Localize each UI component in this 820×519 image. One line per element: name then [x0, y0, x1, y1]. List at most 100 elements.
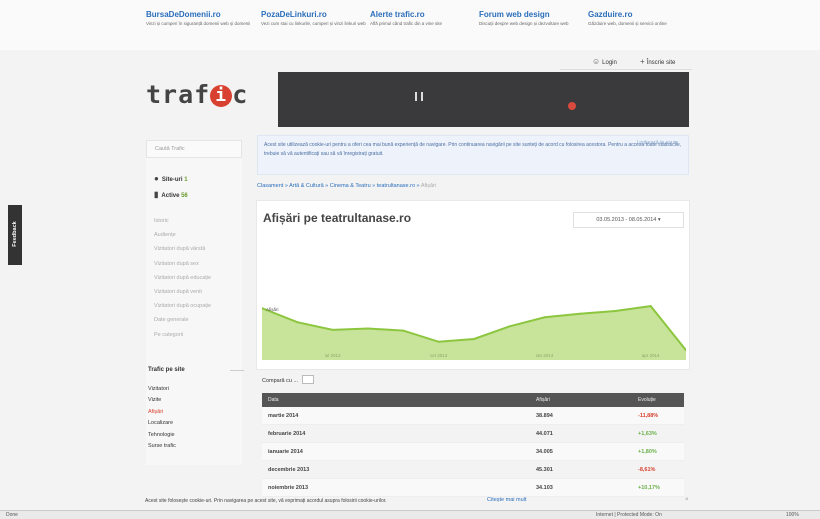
pageviews-area-chart: iul 2013 oct 2013 ian 2014 apr 2014 Afișări	[262, 288, 686, 360]
network-site-5[interactable]: Gazduire.ro Găzduire web, domenii și ser…	[588, 10, 698, 33]
table-row[interactable]: martie 2014 38.894 -11,88%	[262, 407, 684, 425]
network-site-name[interactable]: PozaDeLinkuri.ro	[261, 10, 371, 19]
network-site-4[interactable]: Forum web design Discuții despre web des…	[479, 10, 589, 33]
compare-value[interactable]: ...	[294, 378, 299, 384]
notice-login-link[interactable]: Loghează-te acum	[637, 140, 678, 146]
network-site-desc: Găzduire web, domenii și servicii online	[588, 21, 667, 26]
network-site-2[interactable]: PozaDeLinkuri.ro Vezi cum stai cu linkur…	[261, 10, 371, 33]
chevron-down-icon: ▾	[657, 217, 661, 223]
pause-icon[interactable]	[415, 92, 423, 101]
x-tick-label: iul 2013	[325, 353, 341, 358]
site-logo[interactable]: traf i c	[146, 80, 248, 109]
feedback-tab[interactable]: Feedback	[8, 205, 22, 265]
sidebar-item[interactable]: Pe categorii	[154, 328, 211, 342]
browser-status-bar: Done Internet | Protected Mode: On 100%	[0, 510, 820, 519]
network-bar: BursaDeDomenii.ro Vinzi și cumperi în si…	[0, 0, 820, 50]
breadcrumb-item[interactable]: teatrultanase.ro	[377, 183, 415, 189]
login-link[interactable]: ☺ Login	[592, 57, 617, 66]
table-body: martie 2014 38.894 -11,88% februarie 2014 44…	[262, 407, 684, 497]
breadcrumb-item[interactable]: Artă & Cultură	[289, 183, 324, 189]
sidebar-item[interactable]: Vizitatori după vârstă	[154, 242, 211, 256]
bar-chart-icon: ▮	[154, 190, 159, 199]
register-link[interactable]: + Înscrie site	[640, 57, 675, 66]
data-point	[649, 305, 652, 308]
network-site-name[interactable]: BursaDeDomenii.ro	[146, 10, 256, 19]
breadcrumb-current: Afișări	[420, 183, 437, 189]
sites-label: Site-uri	[161, 177, 183, 183]
column-header: Data	[268, 397, 279, 403]
network-site-1[interactable]: BursaDeDomenii.ro Vinzi și cumperi în si…	[146, 10, 256, 33]
network-site-name[interactable]: Alerte trafic.ro	[370, 10, 480, 19]
table-header: Data Afișări Evoluție	[262, 393, 684, 407]
compare-label: Compară cu	[262, 378, 292, 384]
x-tick-label: oct 2013	[430, 353, 448, 358]
register-label: Înscrie site	[646, 60, 676, 66]
row-pageviews: 38.894	[536, 413, 553, 419]
ad-banner[interactable]	[278, 72, 689, 127]
breadcrumb-item[interactable]: Cinema & Teatru	[330, 183, 371, 189]
x-tick-label: apr 2014	[642, 353, 660, 358]
data-point	[331, 328, 334, 331]
sidebar-item-location[interactable]: Localizare	[148, 418, 176, 429]
sidebar-item[interactable]: Date generale	[154, 313, 211, 327]
network-site-name[interactable]: Gazduire.ro	[588, 10, 698, 19]
sidebar-item-visits[interactable]: Vizite	[148, 395, 176, 406]
data-table: Data Afișări Evoluție martie 2014 38.894 -…	[262, 393, 684, 497]
cookie-message: Acest site folosește cookie-uri. Prin na…	[145, 498, 387, 504]
data-point	[437, 340, 440, 343]
date-range-picker[interactable]: 03.05.2013 - 08.05.2014 ▾	[573, 212, 684, 228]
sidebar-item[interactable]: Vizitatori după ocupație	[154, 299, 211, 313]
row-change: -8,61%	[638, 467, 656, 473]
data-point	[579, 312, 581, 315]
cookie-bar: Acest site folosește cookie-uri. Prin na…	[0, 494, 820, 510]
active-label: Active	[161, 193, 180, 199]
security-zone: Internet | Protected Mode: On	[596, 512, 662, 518]
row-date: noiembrie 2013	[268, 485, 309, 491]
column-header: Evoluție	[638, 397, 656, 403]
network-site-name[interactable]: Forum web design	[479, 10, 589, 19]
row-date: martie 2014	[268, 413, 299, 419]
cookie-more-button[interactable]: Citește mai mult	[487, 497, 526, 503]
network-site-3[interactable]: Alerte trafic.ro Află primul când trafic…	[370, 10, 480, 33]
row-date: ianuarie 2014	[268, 449, 303, 455]
search-input[interactable]: Caută Trafic	[146, 140, 242, 158]
compare-select[interactable]	[301, 375, 314, 384]
info-notice: Acest site utilizează cookie-uri pentru …	[257, 135, 689, 175]
data-point	[402, 329, 405, 332]
sidebar-item[interactable]: Audiențe	[154, 228, 211, 242]
data-point	[367, 327, 369, 330]
chart-title: Afișări pe teatrultanase.ro	[263, 211, 412, 225]
sidebar-item-technology[interactable]: Tehnologie	[148, 430, 176, 441]
banner-dot	[568, 102, 576, 110]
table-row[interactable]: februarie 2014 44.071 +1,63%	[262, 425, 684, 443]
zoom-level[interactable]: 100%	[786, 512, 799, 518]
sidebar-item[interactable]: Istoric	[154, 214, 211, 228]
x-tick-label: ian 2014	[536, 353, 554, 358]
breadcrumb-item[interactable]: Clasament	[257, 183, 283, 189]
data-point	[473, 338, 475, 340]
network-site-desc: Află primul când trafic din a vine site	[370, 21, 443, 26]
table-row[interactable]: decembrie 2013 45.301 -8,61%	[262, 461, 684, 479]
status-text: Done	[6, 512, 18, 518]
network-site-desc: Discuții despre web design și dezvoltare…	[479, 21, 569, 26]
sidebar-item-pageviews[interactable]: Afișări	[148, 407, 176, 418]
row-pageviews: 34.103	[536, 485, 553, 491]
sidebar-item-visitors[interactable]: Vizitatori	[148, 384, 176, 395]
sidebar-item[interactable]: Vizitatori după venit	[154, 285, 211, 299]
sidebar-item[interactable]: Vizitatori după educație	[154, 271, 211, 285]
row-pageviews: 45.301	[536, 467, 553, 473]
sidebar-item-sources[interactable]: Surse trafic	[148, 441, 176, 452]
data-point	[543, 316, 546, 319]
active-count[interactable]: ▮ Active 56	[154, 190, 188, 199]
active-count-value: 56	[181, 193, 188, 199]
row-pageviews: 44.071	[536, 431, 553, 437]
data-point	[614, 310, 617, 312]
plus-icon: +	[640, 57, 645, 66]
logo-dot: i	[210, 85, 233, 107]
sites-count[interactable]: ● Site-uri 1	[154, 174, 188, 183]
sidebar-item[interactable]: Vizitatori după sex	[154, 257, 211, 271]
logo-text-end: c	[232, 80, 249, 109]
close-icon[interactable]: ×	[685, 497, 689, 503]
data-point	[296, 321, 299, 324]
table-row[interactable]: ianuarie 2014 34.005 +1,80%	[262, 443, 684, 461]
